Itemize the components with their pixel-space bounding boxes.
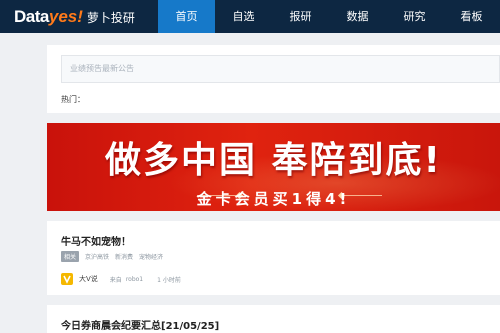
logo-text-data: Data xyxy=(14,7,49,26)
nav-item-watchlist[interactable]: 自选 xyxy=(215,0,272,33)
source-name[interactable]: robo1 xyxy=(126,276,143,283)
nav-item-data[interactable]: 数据 xyxy=(329,0,386,33)
post-time: 1 小时前 xyxy=(157,276,181,284)
related-badge: 相关 xyxy=(61,251,80,262)
nav-item-research[interactable]: 研究 xyxy=(386,0,443,33)
feed-item-title[interactable]: 牛马不如宠物！ xyxy=(61,233,131,248)
search-card: 业绩预告最新公告 热门： xyxy=(47,45,500,113)
author-name[interactable]: 大V说 xyxy=(79,274,98,284)
from-label: 来自 xyxy=(109,276,122,284)
feed-item[interactable]: 牛马不如宠物！ 相关 京沪高铁 新消费 宠物经济 大V说 来自 robo1 1 … xyxy=(47,221,500,295)
logo-text-cn: 萝卜投研 xyxy=(86,11,135,25)
search-input[interactable]: 业绩预告最新公告 xyxy=(61,55,500,83)
feed-item-tags: 相关 京沪高铁 新消费 宠物经济 xyxy=(61,251,169,262)
logo-text-yes: yes! xyxy=(48,7,83,26)
logo[interactable]: Data yes! 萝卜投研 xyxy=(0,0,158,33)
tag-link[interactable]: 京沪高铁 xyxy=(85,252,109,261)
main-nav: 首页 自选 报研 数据 研究 看板 xyxy=(158,0,500,33)
top-navbar: Data yes! 萝卜投研 首页 自选 报研 数据 研究 看板 xyxy=(0,0,500,33)
banner-subtitle: 金卡会员买1得4! xyxy=(196,190,351,208)
nav-item-dashboard[interactable]: 看板 xyxy=(443,0,500,33)
feed-item-title[interactable]: 今日券商晨会纪要汇总[21/05/25] xyxy=(61,317,219,332)
feed-item[interactable]: 今日券商晨会纪要汇总[21/05/25] xyxy=(47,305,500,333)
feed-item-meta: 大V说 来自 robo1 1 小时前 xyxy=(61,273,181,285)
tag-link[interactable]: 新消费 xyxy=(115,252,133,261)
nav-item-reports[interactable]: 报研 xyxy=(272,0,329,33)
nav-item-home[interactable]: 首页 xyxy=(158,0,215,33)
hot-label: 热门： xyxy=(61,95,85,104)
promo-banner[interactable]: 做多中国 奉陪到底! 金卡会员买1得4! xyxy=(47,123,500,211)
author-v-icon xyxy=(61,273,73,285)
tag-link[interactable]: 宠物经济 xyxy=(139,252,163,261)
banner-title: 做多中国 奉陪到底! xyxy=(105,140,442,181)
